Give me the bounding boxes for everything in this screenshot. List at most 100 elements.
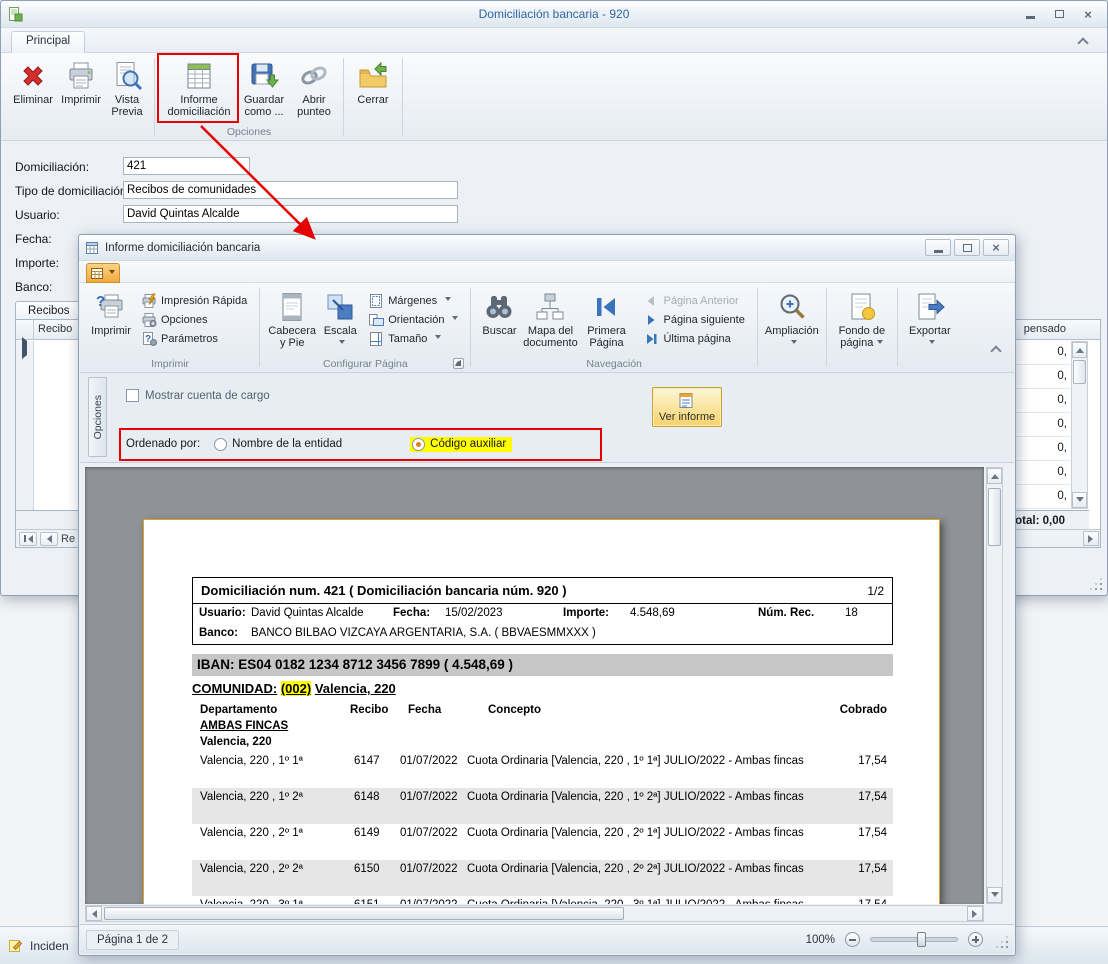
- col-header-compensado[interactable]: pensado: [1012, 320, 1070, 339]
- ultima-pagina-button[interactable]: Última página: [637, 329, 750, 348]
- report-imprimir-button[interactable]: ? Imprimir: [87, 287, 135, 357]
- radio-label: Nombre de la entidad: [232, 438, 342, 450]
- usuario-field-label: Usuario:: [199, 607, 246, 619]
- vista-previa-button[interactable]: Vista Previa: [105, 56, 149, 126]
- report-resize-grip[interactable]: [995, 935, 1010, 950]
- document-header-box: Domiciliación num. 421 ( Domiciliación b…: [192, 577, 893, 645]
- orientacion-button[interactable]: Orientación: [362, 310, 464, 329]
- table-row: Valencia, 220 , 3º 1ª 6151 01/07/2022 Cu…: [192, 896, 893, 904]
- parametros-button[interactable]: ? Parámetros: [135, 329, 253, 348]
- nav-prev-button[interactable]: [40, 532, 58, 546]
- grid-vscroll-thumb[interactable]: [1073, 360, 1086, 384]
- cabecera-pie-button[interactable]: Cabecera y Pie: [266, 287, 318, 357]
- main-resize-grip[interactable]: [1090, 578, 1103, 591]
- buscar-button[interactable]: Buscar: [477, 287, 521, 357]
- pagina-siguiente-button[interactable]: Página siguiente: [637, 310, 750, 329]
- guardar-como-button[interactable]: Guardar como ...: [238, 56, 290, 126]
- mostrar-cuenta-checkbox[interactable]: Mostrar cuenta de cargo: [126, 389, 270, 402]
- grid-cell[interactable]: 0,: [1012, 437, 1070, 461]
- primera-pagina-button[interactable]: Primera Página: [579, 287, 633, 357]
- grid-cell[interactable]: 0,: [1012, 389, 1070, 413]
- dropdown-caret: [435, 335, 441, 342]
- grid-scroll-up-icon[interactable]: [1072, 342, 1087, 358]
- minimize-button[interactable]: [1017, 6, 1043, 23]
- radio-nombre-entidad[interactable]: Nombre de la entidad: [212, 437, 348, 452]
- dialog-launcher-icon[interactable]: [453, 358, 464, 369]
- grid-cell[interactable]: 0,: [1012, 413, 1070, 437]
- app-menu-button[interactable]: [86, 263, 120, 283]
- domiciliacion-input[interactable]: 421: [123, 157, 250, 175]
- radio-codigo-auxiliar[interactable]: Código auxiliar: [410, 437, 512, 452]
- preview-hscrollbar[interactable]: [85, 905, 984, 922]
- nav-label: Re: [61, 533, 75, 545]
- ribbon-group-left: Eliminar Imprimir: [7, 55, 151, 139]
- group-navegacion: Buscar Mapa del documento: [474, 285, 753, 371]
- cerrar-button[interactable]: Cerrar: [349, 56, 397, 126]
- report-window-title: Informe domiciliación bancaria: [105, 242, 260, 254]
- grid-cell[interactable]: 0,: [1012, 365, 1070, 389]
- preview-scroll-down-icon[interactable]: [987, 887, 1002, 903]
- restore-button[interactable]: [1046, 6, 1072, 23]
- usuario-input[interactable]: David Quintas Alcalde: [123, 205, 458, 223]
- mapa-documento-button[interactable]: Mapa del documento: [521, 287, 579, 357]
- grid-scroll-down-icon[interactable]: [1072, 492, 1087, 508]
- preview-scroll-left-icon[interactable]: [86, 906, 102, 921]
- nav-first-button[interactable]: [19, 532, 37, 546]
- preview-hscroll-thumb[interactable]: [104, 907, 624, 920]
- dropdown-caret: [877, 340, 883, 347]
- incidencias-label[interactable]: Inciden: [30, 939, 69, 953]
- grid-cell[interactable]: 0,: [1012, 461, 1070, 485]
- grid-total: Total: 0,00: [1009, 515, 1065, 527]
- report-close-button[interactable]: ×: [983, 239, 1009, 256]
- zoom-slider-thumb[interactable]: [917, 932, 926, 947]
- impresion-rapida-button[interactable]: Impresión Rápida: [135, 291, 253, 310]
- zoom-in-button[interactable]: [968, 932, 983, 947]
- report-page[interactable]: Domiciliación num. 421 ( Domiciliación b…: [143, 519, 940, 904]
- report-minimize-button[interactable]: [925, 239, 951, 256]
- tipo-domiciliacion-label: Tipo de domiciliación:: [15, 184, 130, 198]
- ampliacion-button[interactable]: Ampliación: [764, 287, 820, 357]
- imprimir-button[interactable]: Imprimir: [57, 56, 105, 126]
- report-ribbon-collapse-icon[interactable]: [988, 344, 1004, 358]
- grid-cell[interactable]: 0,: [1012, 485, 1070, 509]
- tab-principal[interactable]: Principal: [11, 31, 85, 53]
- tamano-button[interactable]: Tamaño: [362, 329, 464, 348]
- print-question-icon: ?: [95, 291, 127, 323]
- radio-circle-selected[interactable]: [412, 438, 425, 451]
- num-rec-field-value: 18: [845, 607, 858, 619]
- margenes-button[interactable]: Márgenes: [362, 291, 464, 310]
- document-map-icon: [534, 291, 566, 323]
- preview-vscrollbar[interactable]: [986, 467, 1003, 904]
- opciones-impresion-button[interactable]: Opciones: [135, 310, 253, 329]
- grid-vscrollbar[interactable]: [1071, 341, 1088, 509]
- ver-informe-button[interactable]: Ver informe: [652, 387, 722, 427]
- zoom-out-button[interactable]: [845, 932, 860, 947]
- checkbox-box[interactable]: [126, 389, 139, 402]
- fondo-pagina-button[interactable]: Fondo de página: [833, 287, 891, 357]
- preview-vscroll-thumb[interactable]: [988, 488, 1001, 546]
- preview-scroll-right-icon[interactable]: [967, 906, 983, 921]
- fecha-field-label: Fecha:: [393, 607, 430, 619]
- zoom-slider[interactable]: [870, 937, 958, 942]
- zoom-icon: [776, 291, 808, 323]
- ribbon-collapse-icon[interactable]: [1075, 36, 1091, 50]
- options-tab[interactable]: Opciones: [88, 377, 107, 457]
- radio-circle[interactable]: [214, 438, 227, 451]
- pagina-anterior-button[interactable]: Página Anterior: [637, 291, 750, 310]
- abrir-punteo-button[interactable]: Abrir punteo: [290, 56, 338, 126]
- close-button[interactable]: ×: [1075, 6, 1101, 23]
- tipo-domiciliacion-input[interactable]: Recibos de comunidades: [123, 181, 458, 199]
- grid-hscroll-right-icon[interactable]: [1083, 531, 1099, 546]
- preview-scroll-up-icon[interactable]: [987, 468, 1002, 484]
- report-titlebar[interactable]: Informe domiciliación bancaria ×: [79, 235, 1015, 261]
- exportar-button[interactable]: Exportar: [904, 287, 956, 357]
- eliminar-button[interactable]: Eliminar: [9, 56, 57, 126]
- preview-area[interactable]: Domiciliación num. 421 ( Domiciliación b…: [85, 467, 984, 904]
- report-restore-button[interactable]: [954, 239, 980, 256]
- orientation-icon: [368, 312, 384, 328]
- tab-recibos[interactable]: Recibos: [15, 301, 83, 320]
- main-titlebar[interactable]: Domiciliación bancaria - 920 ×: [1, 1, 1107, 28]
- grid-cell[interactable]: 0,: [1012, 341, 1070, 365]
- informe-domiciliacion-button[interactable]: Informe domiciliación: [160, 56, 238, 126]
- escala-button[interactable]: Escala: [318, 287, 362, 357]
